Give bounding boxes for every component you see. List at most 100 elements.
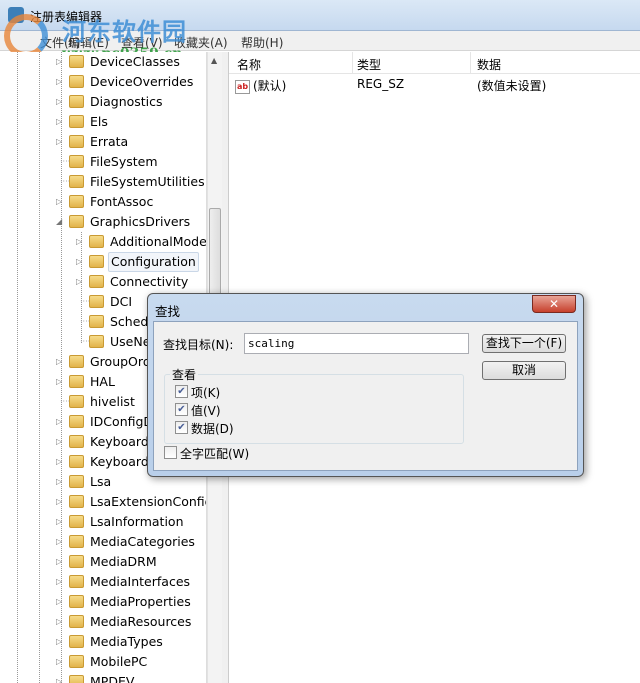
value-data: (数值未设置) bbox=[477, 79, 547, 93]
collapsed-arrow-icon[interactable]: ▷ bbox=[56, 512, 66, 532]
collapsed-arrow-icon[interactable]: ▷ bbox=[56, 412, 66, 432]
tree-item-label: MediaCategories bbox=[90, 534, 195, 549]
values-label: 值(V) bbox=[191, 404, 221, 418]
find-next-button[interactable]: 查找下一个(F) bbox=[482, 334, 566, 353]
data-label: 数据(D) bbox=[191, 422, 234, 436]
collapsed-arrow-icon[interactable]: ▷ bbox=[56, 552, 66, 572]
folder-icon bbox=[69, 615, 84, 628]
tree-item-label: MediaInterfaces bbox=[90, 574, 191, 589]
tree-guide bbox=[39, 52, 40, 683]
data-checkbox[interactable]: ✔ bbox=[175, 421, 188, 434]
keys-label: 项(K) bbox=[191, 386, 221, 400]
folder-icon bbox=[69, 95, 84, 108]
collapsed-arrow-icon[interactable]: ▷ bbox=[56, 652, 66, 672]
tree-item-label: hivelist bbox=[90, 394, 135, 409]
folder-icon bbox=[89, 335, 104, 348]
collapsed-arrow-icon[interactable]: ▷ bbox=[56, 452, 66, 472]
folder-icon bbox=[69, 635, 84, 648]
collapsed-arrow-icon[interactable]: ▷ bbox=[56, 52, 66, 72]
folder-icon bbox=[69, 75, 84, 88]
expanded-arrow-icon[interactable]: ◢ bbox=[56, 212, 66, 232]
tree-item-label: FileSystem bbox=[90, 154, 158, 169]
scroll-up-icon[interactable]: ▲ bbox=[211, 56, 217, 65]
dialog-title: 查找 bbox=[155, 304, 181, 319]
folder-icon bbox=[69, 355, 84, 368]
folder-icon bbox=[69, 495, 84, 508]
collapsed-arrow-icon[interactable]: ▷ bbox=[56, 672, 66, 683]
folder-icon bbox=[69, 55, 84, 68]
collapsed-arrow-icon[interactable]: ▷ bbox=[56, 432, 66, 452]
collapsed-arrow-icon[interactable]: ▷ bbox=[56, 632, 66, 652]
tree-item-label: MediaResources bbox=[90, 614, 192, 629]
look-at-group: 查看 ✔ 项(K) ✔ 值(V) ✔ 数据(D) bbox=[164, 366, 464, 444]
tree-item-label: MPDEV bbox=[90, 674, 135, 683]
folder-icon bbox=[69, 555, 84, 568]
scroll-thumb[interactable] bbox=[209, 208, 221, 303]
folder-icon bbox=[89, 315, 104, 328]
collapsed-arrow-icon[interactable]: ▷ bbox=[56, 72, 66, 92]
tree-item-label: GraphicsDrivers bbox=[90, 214, 191, 229]
folder-icon bbox=[69, 175, 84, 188]
tree-item-label: HAL bbox=[90, 374, 115, 389]
folder-icon bbox=[89, 295, 104, 308]
column-name[interactable]: 名称 bbox=[237, 56, 261, 78]
column-data[interactable]: 数据 bbox=[477, 56, 501, 78]
value-type: REG_SZ bbox=[357, 77, 405, 91]
string-value-icon: ab bbox=[235, 80, 250, 94]
folder-icon bbox=[69, 535, 84, 548]
folder-icon bbox=[69, 115, 84, 128]
folder-icon bbox=[69, 155, 84, 168]
collapsed-arrow-icon[interactable]: ▷ bbox=[76, 232, 86, 252]
tree-item-label: Connectivity bbox=[110, 274, 189, 289]
tree-item-label: MediaProperties bbox=[90, 594, 191, 609]
collapsed-arrow-icon[interactable]: ▷ bbox=[56, 592, 66, 612]
value-name[interactable]: (默认) bbox=[253, 77, 286, 94]
dialog-body: 查找目标(N): scaling 查找下一个(F) 取消 查看 ✔ 项(K) ✔… bbox=[153, 321, 578, 471]
tree-item-label: LsaInformation bbox=[90, 514, 184, 529]
folder-icon bbox=[69, 435, 84, 448]
tree-item-label: DCI bbox=[110, 294, 133, 309]
values-checkbox[interactable]: ✔ bbox=[175, 403, 188, 416]
collapsed-arrow-icon[interactable]: ▷ bbox=[56, 372, 66, 392]
tree-item-label: MediaTypes bbox=[90, 634, 163, 649]
collapsed-arrow-icon[interactable]: ▷ bbox=[76, 252, 86, 272]
folder-icon bbox=[69, 395, 84, 408]
collapsed-arrow-icon[interactable]: ▷ bbox=[56, 352, 66, 372]
whole-word-checkbox[interactable] bbox=[164, 446, 177, 459]
folder-icon bbox=[69, 455, 84, 468]
collapsed-arrow-icon[interactable]: ▷ bbox=[56, 572, 66, 592]
collapsed-arrow-icon[interactable]: ▷ bbox=[76, 272, 86, 292]
collapsed-arrow-icon[interactable]: ▷ bbox=[56, 192, 66, 212]
find-dialog: 查找 ✕ 查找目标(N): scaling 查找下一个(F) 取消 查看 ✔ 项… bbox=[147, 293, 584, 477]
menu-help[interactable]: 帮助(H) bbox=[241, 34, 283, 51]
list-header: 名称 类型 数据 bbox=[229, 52, 640, 74]
folder-icon bbox=[69, 595, 84, 608]
folder-icon bbox=[69, 515, 84, 528]
collapsed-arrow-icon[interactable]: ▷ bbox=[56, 492, 66, 512]
collapsed-arrow-icon[interactable]: ▷ bbox=[56, 532, 66, 552]
collapsed-arrow-icon[interactable]: ▷ bbox=[56, 92, 66, 112]
folder-icon bbox=[69, 375, 84, 388]
find-input[interactable]: scaling bbox=[244, 333, 469, 354]
folder-icon bbox=[69, 575, 84, 588]
cancel-button[interactable]: 取消 bbox=[482, 361, 566, 380]
collapsed-arrow-icon[interactable]: ▷ bbox=[56, 472, 66, 492]
close-button[interactable]: ✕ bbox=[532, 295, 576, 313]
folder-icon bbox=[69, 195, 84, 208]
tree-item-label: Lsa bbox=[90, 474, 112, 489]
collapsed-arrow-icon[interactable]: ▷ bbox=[56, 112, 66, 132]
tree-item-label: MediaDRM bbox=[90, 554, 157, 569]
tree-item-label: MobilePC bbox=[90, 654, 148, 669]
folder-icon bbox=[69, 475, 84, 488]
tree-item-label: FontAssoc bbox=[90, 194, 154, 209]
keys-checkbox[interactable]: ✔ bbox=[175, 385, 188, 398]
collapsed-arrow-icon[interactable]: ▷ bbox=[56, 132, 66, 152]
tree-item-label: LsaExtensionConfig bbox=[90, 494, 207, 509]
tree-item-label: Diagnostics bbox=[90, 94, 163, 109]
tree-item-label: DeviceOverrides bbox=[90, 74, 194, 89]
tree-item-label: Errata bbox=[90, 134, 129, 149]
column-type[interactable]: 类型 bbox=[357, 56, 381, 78]
tree-item-label: Configuration bbox=[108, 252, 199, 272]
folder-icon bbox=[69, 655, 84, 668]
collapsed-arrow-icon[interactable]: ▷ bbox=[56, 612, 66, 632]
